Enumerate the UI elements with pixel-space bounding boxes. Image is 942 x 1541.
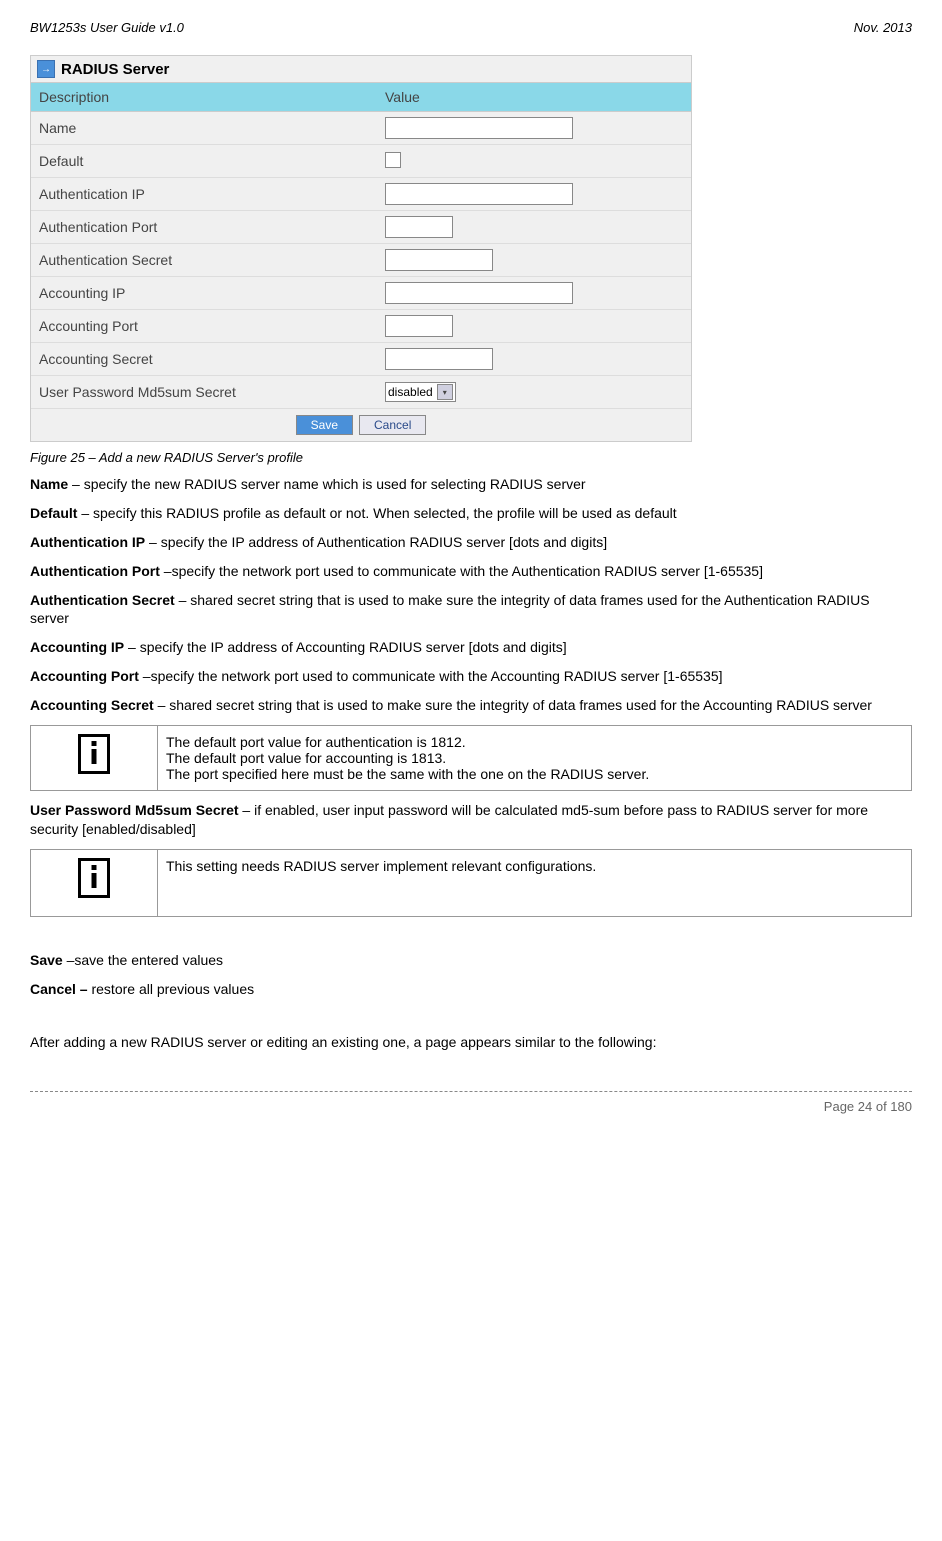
para-acct-ip-b: Accounting IP xyxy=(30,639,124,655)
column-headers: Description Value xyxy=(31,83,691,112)
col-description: Description xyxy=(31,83,377,111)
header-left: BW1253s User Guide v1.0 xyxy=(30,20,184,35)
para-acct-secret: Accounting Secret – shared secret string… xyxy=(30,696,912,715)
para-save-b: Save xyxy=(30,952,63,968)
para-auth-secret-b: Authentication Secret xyxy=(30,592,175,608)
cancel-button[interactable]: Cancel xyxy=(359,415,426,435)
input-auth-secret[interactable] xyxy=(385,249,493,271)
para-name: Name – specify the new RADIUS server nam… xyxy=(30,475,912,494)
para-default-t: – specify this RADIUS profile as default… xyxy=(77,505,676,521)
label-md5-secret: User Password Md5sum Secret xyxy=(31,378,377,406)
para-auth-ip: Authentication IP – specify the IP addre… xyxy=(30,533,912,552)
info-icon-cell-2 xyxy=(31,849,158,916)
label-auth-ip: Authentication IP xyxy=(31,180,377,208)
para-name-b: Name xyxy=(30,476,68,492)
info-icon-cell xyxy=(31,726,158,791)
row-default: Default xyxy=(31,145,691,178)
para-acct-secret-t: – shared secret string that is used to m… xyxy=(154,697,872,713)
info1-l1: The default port value for authenticatio… xyxy=(166,734,903,750)
para-auth-port: Authentication Port –specify the network… xyxy=(30,562,912,581)
row-auth-port: Authentication Port xyxy=(31,211,691,244)
info1-l2: The default port value for accounting is… xyxy=(166,750,903,766)
para-cancel-t: restore all previous values xyxy=(88,981,255,997)
button-row: Save Cancel xyxy=(31,409,691,441)
label-acct-ip: Accounting IP xyxy=(31,279,377,307)
row-acct-port: Accounting Port xyxy=(31,310,691,343)
para-default: Default – specify this RADIUS profile as… xyxy=(30,504,912,523)
info-icon xyxy=(78,734,110,774)
collapse-icon[interactable]: → xyxy=(37,60,55,78)
para-acct-port-b: Accounting Port xyxy=(30,668,139,684)
para-acct-port-t: –specify the network port used to commun… xyxy=(139,668,723,684)
para-default-b: Default xyxy=(30,505,77,521)
select-md5-secret[interactable]: disabled ▾ xyxy=(385,382,456,402)
label-auth-secret: Authentication Secret xyxy=(31,246,377,274)
para-auth-ip-b: Authentication IP xyxy=(30,534,145,550)
para-auth-ip-t: – specify the IP address of Authenticati… xyxy=(145,534,607,550)
label-acct-port: Accounting Port xyxy=(31,312,377,340)
para-acct-ip-t: – specify the IP address of Accounting R… xyxy=(124,639,567,655)
info-box-md5: This setting needs RADIUS server impleme… xyxy=(30,849,912,917)
para-cancel: Cancel – restore all previous values xyxy=(30,980,912,999)
para-md5: User Password Md5sum Secret – if enabled… xyxy=(30,801,912,839)
row-auth-secret: Authentication Secret xyxy=(31,244,691,277)
para-acct-secret-b: Accounting Secret xyxy=(30,697,154,713)
input-acct-ip[interactable] xyxy=(385,282,573,304)
info-icon xyxy=(78,858,110,898)
para-acct-port: Accounting Port –specify the network por… xyxy=(30,667,912,686)
input-name[interactable] xyxy=(385,117,573,139)
label-acct-secret: Accounting Secret xyxy=(31,345,377,373)
panel-title-row: → RADIUS Server xyxy=(31,56,691,83)
para-cancel-b: Cancel – xyxy=(30,981,88,997)
select-md5-value: disabled xyxy=(388,385,433,399)
row-auth-ip: Authentication IP xyxy=(31,178,691,211)
row-acct-secret: Accounting Secret xyxy=(31,343,691,376)
info-text-cell: The default port value for authenticatio… xyxy=(158,726,912,791)
footer-divider xyxy=(30,1091,912,1092)
row-name: Name xyxy=(31,112,691,145)
para-auth-port-t: –specify the network port used to commun… xyxy=(160,563,763,579)
info-box-ports: The default port value for authenticatio… xyxy=(30,725,912,791)
para-name-t: – specify the new RADIUS server name whi… xyxy=(68,476,585,492)
input-acct-port[interactable] xyxy=(385,315,453,337)
checkbox-default[interactable] xyxy=(385,152,401,168)
row-md5-secret: User Password Md5sum Secret disabled ▾ xyxy=(31,376,691,409)
label-name: Name xyxy=(31,114,377,142)
label-auth-port: Authentication Port xyxy=(31,213,377,241)
col-value: Value xyxy=(377,83,691,111)
para-save-t: –save the entered values xyxy=(63,952,223,968)
para-after: After adding a new RADIUS server or edit… xyxy=(30,1033,912,1052)
figure-caption: Figure 25 – Add a new RADIUS Server's pr… xyxy=(30,450,912,465)
para-auth-port-b: Authentication Port xyxy=(30,563,160,579)
para-acct-ip: Accounting IP – specify the IP address o… xyxy=(30,638,912,657)
panel-title: RADIUS Server xyxy=(61,61,169,78)
info1-l3: The port specified here must be the same… xyxy=(166,766,903,782)
input-acct-secret[interactable] xyxy=(385,348,493,370)
page-number: Page 24 of 180 xyxy=(30,1099,912,1114)
radius-server-panel: → RADIUS Server Description Value Name D… xyxy=(30,55,692,442)
row-acct-ip: Accounting IP xyxy=(31,277,691,310)
para-md5-b: User Password Md5sum Secret xyxy=(30,802,239,818)
info2-text: This setting needs RADIUS server impleme… xyxy=(158,849,912,916)
para-auth-secret: Authentication Secret – shared secret st… xyxy=(30,591,912,629)
save-button[interactable]: Save xyxy=(296,415,353,435)
chevron-down-icon: ▾ xyxy=(437,384,453,400)
input-auth-ip[interactable] xyxy=(385,183,573,205)
page-header: BW1253s User Guide v1.0 Nov. 2013 xyxy=(30,20,912,35)
label-default: Default xyxy=(31,147,377,175)
input-auth-port[interactable] xyxy=(385,216,453,238)
para-save: Save –save the entered values xyxy=(30,951,912,970)
header-right: Nov. 2013 xyxy=(854,20,912,35)
